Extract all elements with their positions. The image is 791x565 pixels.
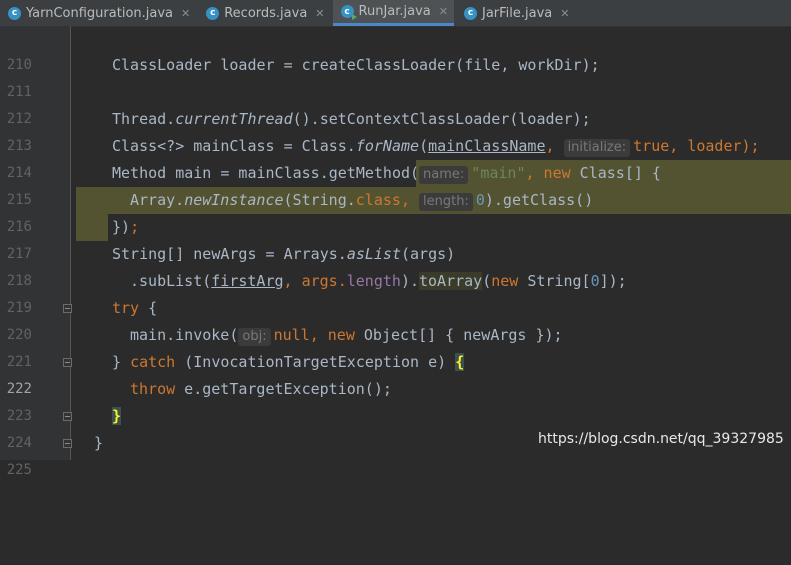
code-text: } catch (InvocationTargetException e) { [112,353,465,371]
tab-label: RunJar.java [358,4,431,19]
close-icon[interactable]: ✕ [181,7,190,20]
code-line: 213 Thread.currentThread().setContextCla… [0,106,791,154]
code-text: Thread.currentThread().setContextClassLo… [112,110,591,128]
matched-brace: { [455,353,465,371]
parameter-hint: initialize: [563,139,631,157]
java-class-icon: c [463,6,477,20]
tab-label: Records.java [224,5,308,21]
code-text: try { [112,299,158,317]
tab-jarfile[interactable]: c JarFile.java ✕ [456,0,576,26]
code-line: 217 }); [0,214,791,262]
tab-yarnconfiguration[interactable]: c YarnConfiguration.java ✕ [0,0,196,26]
code-text: Class<?> mainClass = Class.forName(mainC… [112,137,760,157]
code-text: throw e.getTargetException(); [130,380,392,398]
line-number: 225 [6,462,32,478]
fold-icon[interactable] [63,304,72,313]
code-text: .subList(firstArg, args.length).toArray(… [130,272,627,290]
java-class-icon: c [206,6,220,20]
code-line: 211 ClassLoader loader = createClassLoad… [0,52,791,100]
close-icon[interactable]: ✕ [560,7,569,20]
parameter-hint: obj: [238,328,271,346]
fold-icon[interactable] [63,358,72,367]
java-class-icon: c [8,6,21,20]
code-line: 210 [0,25,791,73]
code-line-current: 222 } catch (InvocationTargetException e… [0,349,791,397]
code-text: String[] newArgs = Arrays.asList(args) [112,245,456,263]
matched-brace: } [112,407,122,425]
close-icon[interactable]: ✕ [315,7,324,20]
code-text: } [94,434,104,452]
close-icon[interactable]: ✕ [439,5,448,18]
java-runnable-class-icon: c [340,5,357,20]
editor-tab-bar: c YarnConfiguration.java ✕ c Records.jav… [0,0,791,27]
code-line: 214 Class<?> mainClass = Class.forName(m… [0,133,791,181]
parameter-hint: name: [419,166,469,184]
fold-icon[interactable] [63,439,72,448]
code-text: } [112,403,122,430]
code-text: Array.newInstance(String.class, length: 0… [130,191,594,211]
tab-runjar[interactable]: c RunJar.java ✕ [332,0,454,26]
code-line: 216 Array.newInstance(String.class, leng… [0,187,791,235]
tab-label: YarnConfiguration.java [26,5,174,21]
tab-records[interactable]: c Records.java ✕ [198,0,330,26]
code-line: 219 .subList(firstArg, args.length).toAr… [0,268,791,316]
tab-label: JarFile.java [481,5,553,21]
code-text: main.invoke(obj: null, new Object[] { new… [130,326,563,346]
code-line: 224 } [0,403,791,451]
code-text: }); [112,218,140,236]
parameter-hint: length: [419,193,473,211]
code-line: 223 throw e.getTargetException(); [0,376,791,424]
code-line: 212 [0,79,791,127]
code-line: 218 String[] newArgs = Arrays.asList(arg… [0,241,791,289]
code-line: 220 try { [0,295,791,343]
code-line: 215 Method main = mainClass.getMethod(na… [0,160,791,208]
code-line: 221 main.invoke(obj: null, new Object[] {… [0,322,791,370]
code-text: Method main = mainClass.getMethod(name: "… [112,164,661,184]
code-text: ClassLoader loader = createClassLoader(f… [112,56,600,74]
watermark: https://blog.csdn.net/qq_39327985 [538,431,784,447]
fold-icon[interactable] [63,412,72,421]
